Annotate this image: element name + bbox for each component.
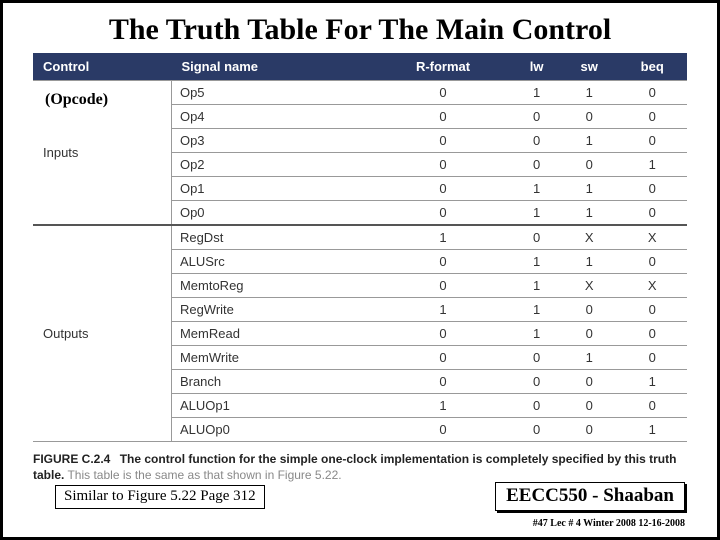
- cell: X: [561, 225, 618, 250]
- cell: 0: [617, 105, 687, 129]
- signal-name: Op4: [171, 105, 373, 129]
- cell: 1: [512, 298, 561, 322]
- page-title: The Truth Table For The Main Control: [3, 3, 717, 53]
- signal-name: RegDst: [171, 225, 373, 250]
- cell: 0: [617, 129, 687, 153]
- cell: 1: [512, 250, 561, 274]
- signal-name: MemWrite: [171, 346, 373, 370]
- cell: 1: [374, 394, 513, 418]
- cell: 1: [512, 201, 561, 226]
- col-signal: Signal name: [171, 53, 373, 81]
- signal-name: MemtoReg: [171, 274, 373, 298]
- cell: 1: [617, 370, 687, 394]
- col-rformat: R-format: [374, 53, 513, 81]
- cell: 0: [374, 370, 513, 394]
- cell: 1: [561, 177, 618, 201]
- cell: 0: [374, 177, 513, 201]
- group-outputs: Outputs: [33, 225, 171, 442]
- signal-name: ALUOp1: [171, 394, 373, 418]
- signal-name: Op2: [171, 153, 373, 177]
- cell: 0: [561, 322, 618, 346]
- cell: 1: [512, 322, 561, 346]
- cell: 0: [512, 394, 561, 418]
- cell: 0: [617, 298, 687, 322]
- cell: 1: [561, 129, 618, 153]
- cell: 0: [512, 105, 561, 129]
- table-row: Outputs RegDst 1 0 X X: [33, 225, 687, 250]
- cell: 0: [374, 81, 513, 105]
- cell: 0: [374, 201, 513, 226]
- col-sw: sw: [561, 53, 618, 81]
- col-control: Control: [33, 53, 171, 81]
- footer-meta: #47 Lec # 4 Winter 2008 12-16-2008: [533, 518, 685, 529]
- cell: 0: [561, 418, 618, 442]
- cell: 1: [374, 225, 513, 250]
- cell: 0: [512, 129, 561, 153]
- cell: 0: [374, 274, 513, 298]
- cell: 0: [374, 418, 513, 442]
- cell: 0: [374, 250, 513, 274]
- figure-label: FIGURE C.2.4: [33, 452, 110, 466]
- cell: 0: [617, 177, 687, 201]
- truth-table-wrap: Control Signal name R-format lw sw beq I…: [33, 53, 687, 442]
- signal-name: Op3: [171, 129, 373, 153]
- cell: 0: [617, 394, 687, 418]
- figure-caption: FIGURE C.2.4 The control function for th…: [33, 452, 687, 483]
- cell: 0: [374, 346, 513, 370]
- table-row: Inputs Op5 0 1 1 0: [33, 81, 687, 105]
- signal-name: ALUOp0: [171, 418, 373, 442]
- cell: 0: [512, 418, 561, 442]
- slide: The Truth Table For The Main Control Con…: [0, 0, 720, 540]
- cell: 1: [374, 298, 513, 322]
- cell: 0: [374, 105, 513, 129]
- opcode-note: (Opcode): [43, 91, 110, 109]
- signal-name: RegWrite: [171, 298, 373, 322]
- cell: 0: [617, 346, 687, 370]
- table-header-row: Control Signal name R-format lw sw beq: [33, 53, 687, 81]
- cell: 0: [561, 105, 618, 129]
- cell: X: [617, 274, 687, 298]
- cell: 0: [512, 346, 561, 370]
- footer-course-box: EECC550 - Shaaban: [495, 482, 685, 511]
- signal-name: Branch: [171, 370, 373, 394]
- cell: 1: [512, 177, 561, 201]
- cell: 0: [561, 394, 618, 418]
- cell: 0: [617, 201, 687, 226]
- figure-caption-rest: This table is the same as that shown in …: [67, 468, 341, 482]
- cell: 0: [617, 322, 687, 346]
- cell: 0: [561, 370, 618, 394]
- cell: 1: [512, 81, 561, 105]
- cell: 0: [512, 370, 561, 394]
- cell: 1: [617, 418, 687, 442]
- truth-table: Control Signal name R-format lw sw beq I…: [33, 53, 687, 442]
- cell: 0: [512, 225, 561, 250]
- cell: 0: [617, 81, 687, 105]
- cell: 1: [561, 81, 618, 105]
- cell: 1: [617, 153, 687, 177]
- cell: 0: [561, 298, 618, 322]
- cell: 0: [374, 129, 513, 153]
- footer-note-left: Similar to Figure 5.22 Page 312: [55, 485, 265, 509]
- cell: 1: [561, 346, 618, 370]
- cell: 1: [561, 201, 618, 226]
- signal-name: Op5: [171, 81, 373, 105]
- cell: X: [617, 225, 687, 250]
- signal-name: MemRead: [171, 322, 373, 346]
- cell: 1: [561, 250, 618, 274]
- signal-name: ALUSrc: [171, 250, 373, 274]
- col-lw: lw: [512, 53, 561, 81]
- cell: 0: [512, 153, 561, 177]
- signal-name: Op1: [171, 177, 373, 201]
- cell: 0: [374, 322, 513, 346]
- col-beq: beq: [617, 53, 687, 81]
- cell: 1: [512, 274, 561, 298]
- signal-name: Op0: [171, 201, 373, 226]
- cell: 0: [617, 250, 687, 274]
- cell: 0: [561, 153, 618, 177]
- cell: X: [561, 274, 618, 298]
- cell: 0: [374, 153, 513, 177]
